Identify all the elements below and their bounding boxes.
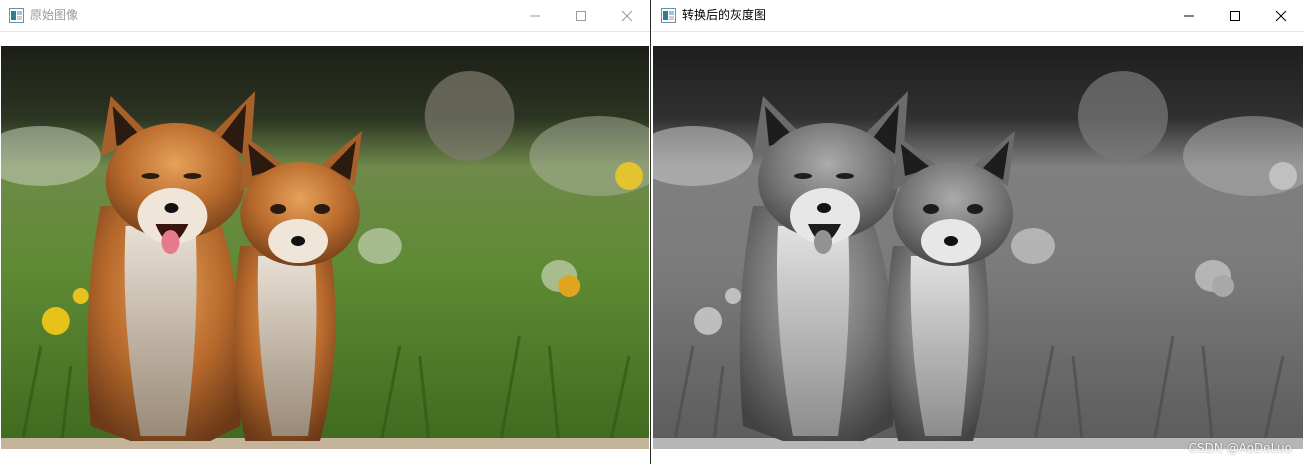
- minimize-icon: [1184, 15, 1194, 16]
- maximize-icon: [576, 10, 586, 21]
- title-bar[interactable]: 转换后的灰度图: [652, 0, 1304, 31]
- app-window-icon: [9, 8, 24, 23]
- window-title: 转换后的灰度图: [682, 8, 767, 22]
- status-bar: [0, 449, 650, 464]
- window-toolbar: [0, 31, 650, 46]
- image-display-grayscale: [653, 46, 1303, 449]
- close-icon: [621, 10, 633, 21]
- maximize-button[interactable]: [558, 0, 604, 31]
- close-button[interactable]: [1258, 0, 1304, 31]
- close-button[interactable]: [604, 0, 650, 31]
- fox-photo-grayscale: [653, 46, 1303, 449]
- maximize-icon: [1230, 10, 1240, 21]
- window-original[interactable]: 原始图像: [0, 0, 651, 464]
- minimize-button[interactable]: [1166, 0, 1212, 31]
- maximize-button[interactable]: [1212, 0, 1258, 31]
- watermark: CSDN @AoDeLuo: [1188, 441, 1292, 455]
- minimize-icon: [530, 15, 540, 16]
- image-display-original: [1, 46, 649, 449]
- close-icon: [1275, 10, 1287, 21]
- fox-photo-color: [1, 46, 649, 449]
- window-toolbar: [652, 31, 1304, 46]
- window-title: 原始图像: [30, 8, 79, 22]
- window-grayscale[interactable]: 转换后的灰度图 CSDN @AoDeLuo: [652, 0, 1304, 464]
- minimize-button[interactable]: [512, 0, 558, 31]
- app-window-icon: [661, 8, 676, 23]
- title-bar[interactable]: 原始图像: [0, 0, 650, 31]
